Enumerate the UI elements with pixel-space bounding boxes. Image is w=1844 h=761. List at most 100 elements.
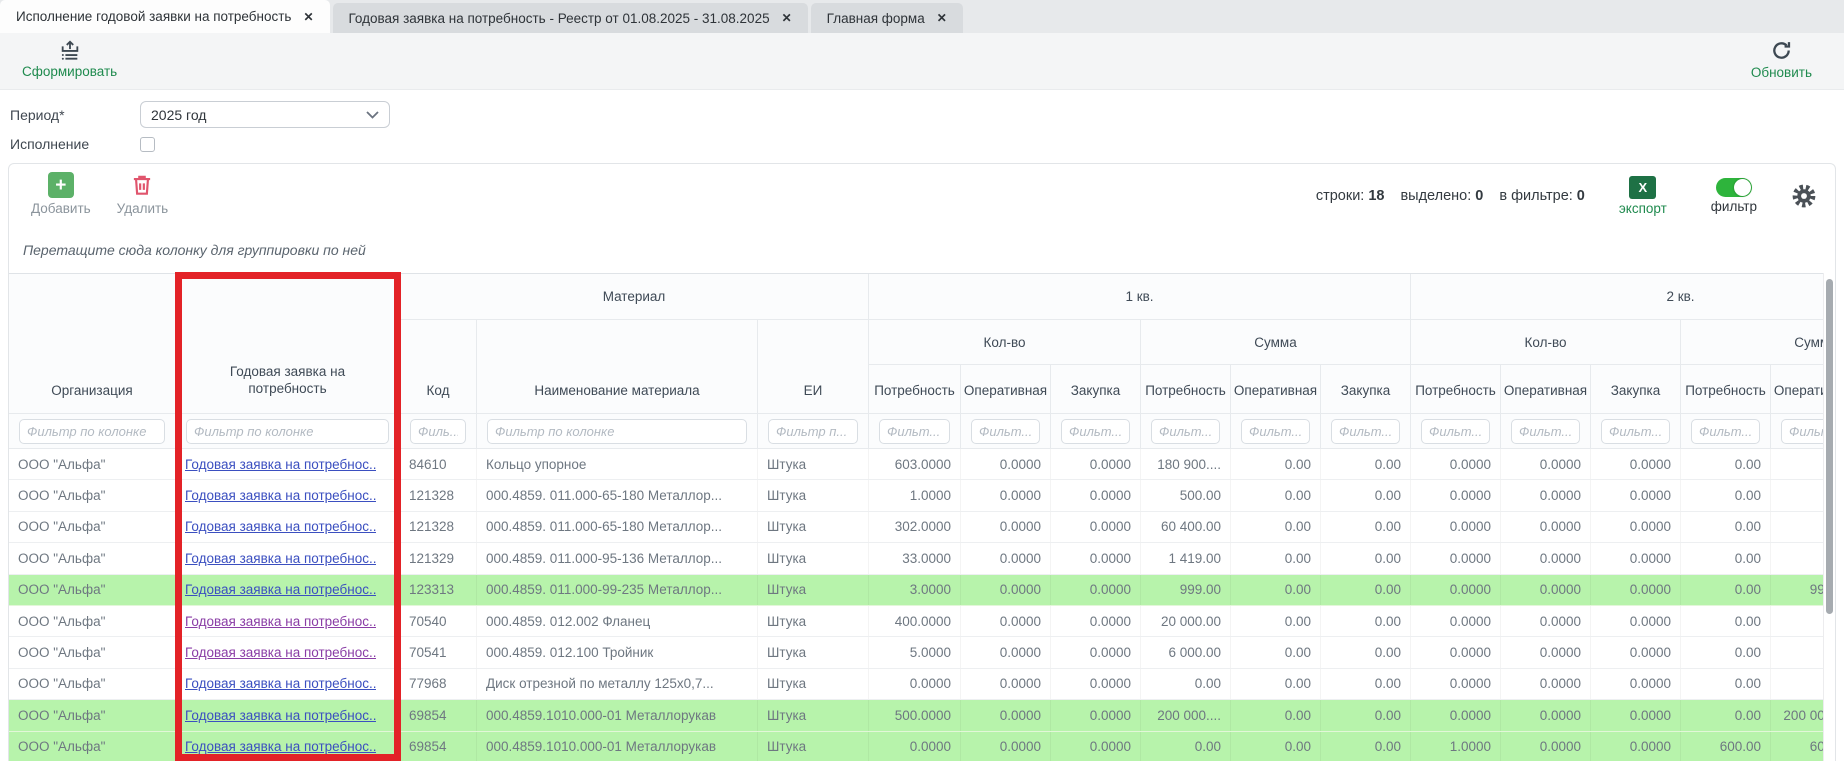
tab-main-form[interactable]: Главная форма ✕ (811, 3, 963, 33)
annual-request-link[interactable]: Годовая заявка на потребнос.. (185, 708, 376, 723)
scrollbar-thumb[interactable] (1826, 279, 1833, 614)
cell-material-name: 000.4859. 011.000-65-180 Металлор... (477, 480, 758, 510)
column-filter-input[interactable] (186, 419, 389, 444)
column-group-q2[interactable]: 2 кв. (1411, 274, 1836, 320)
vertical-scrollbar[interactable] (1823, 273, 1835, 761)
cell-annual-request: Годовая заявка на потребнос.. (176, 512, 400, 542)
cell-material-name: 000.4859. 012.100 Тройник (477, 637, 758, 667)
cell-q2-qty-operational: 0.0000 (1501, 512, 1591, 542)
numeric-column-header[interactable]: Потребность (1411, 365, 1501, 414)
cell-q1-sum-demand: 180 900.... (1141, 449, 1231, 479)
cell-code: 69854 (400, 732, 477, 761)
tab-annual-request-registry[interactable]: Годовая заявка на потребность - Реестр о… (333, 3, 808, 33)
cell-q2-sum-demand: 0.00 (1681, 637, 1771, 667)
gear-icon[interactable] (1791, 183, 1817, 209)
annual-request-link[interactable]: Годовая заявка на потребнос.. (185, 739, 376, 754)
cell-q1-sum-operational: 0.00 (1231, 700, 1321, 730)
close-tab-icon[interactable]: ✕ (303, 10, 313, 24)
numeric-column-header[interactable]: Закупка (1321, 365, 1411, 414)
cell-material-name: 000.4859.1010.000-01 Металлорукав (477, 700, 758, 730)
column-filter-input[interactable] (879, 419, 950, 444)
close-tab-icon[interactable]: ✕ (937, 11, 947, 25)
column-filter-input[interactable] (1601, 419, 1670, 444)
cell-q2-qty-operational: 0.0000 (1501, 480, 1591, 510)
annual-request-link[interactable]: Годовая заявка на потребнос.. (185, 551, 376, 566)
column-filter-input[interactable] (1691, 419, 1760, 444)
column-group-q1[interactable]: 1 кв. (869, 274, 1411, 320)
cell-q2-qty-demand: 0.0000 (1411, 512, 1501, 542)
generate-button[interactable]: Сформировать (22, 39, 117, 79)
numeric-column-header[interactable]: Оперативная (1501, 365, 1591, 414)
numeric-column-header[interactable]: Потребность (1681, 365, 1771, 414)
column-filter-input[interactable] (1331, 419, 1400, 444)
cell-q1-qty-operational: 0.0000 (961, 606, 1051, 636)
column-group-material[interactable]: Материал (400, 274, 869, 320)
tab-execution-annual-request[interactable]: Исполнение годовой заявки на потребность… (0, 0, 330, 33)
refresh-button[interactable]: Обновить (1751, 39, 1812, 80)
column-group-q1-qty[interactable]: Кол-во (869, 320, 1141, 365)
cell-q2-qty-operational: 0.0000 (1501, 669, 1591, 699)
filter-toggle[interactable] (1716, 178, 1752, 197)
annual-request-link[interactable]: Годовая заявка на потребнос.. (185, 676, 376, 691)
annual-request-link[interactable]: Годовая заявка на потребнос.. (185, 488, 376, 503)
annual-request-link[interactable]: Годовая заявка на потребнос.. (185, 519, 376, 534)
cell-q1-qty-purchase: 0.0000 (1051, 512, 1141, 542)
column-header-annual-request[interactable]: Годовая заявка на потребность (176, 274, 400, 414)
cell-code: 69854 (400, 700, 477, 730)
column-header-material-name[interactable]: Наименование материала (477, 320, 758, 414)
delete-button[interactable]: Удалить (117, 172, 169, 216)
numeric-column-header[interactable]: Закупка (1591, 365, 1681, 414)
filter-toggle-control[interactable]: фильтр (1711, 178, 1757, 214)
table-row[interactable]: ООО "Альфа" Годовая заявка на потребнос.… (9, 700, 1836, 731)
table-row[interactable]: ООО "Альфа" Годовая заявка на потребнос.… (9, 543, 1836, 574)
table-row[interactable]: ООО "Альфа" Годовая заявка на потребнос.… (9, 732, 1836, 761)
cell-unit: Штука (758, 543, 869, 573)
column-filter-input[interactable] (1151, 419, 1220, 444)
cell-q2-qty-purchase: 0.0000 (1591, 700, 1681, 730)
column-filter-input[interactable] (1511, 419, 1580, 444)
close-tab-icon[interactable]: ✕ (782, 11, 792, 25)
cell-q2-sum-demand: 600.00 (1681, 732, 1771, 761)
column-header-code[interactable]: Код (400, 320, 477, 414)
table-row[interactable]: ООО "Альфа" Годовая заявка на потребнос.… (9, 575, 1836, 606)
column-filter-input[interactable] (1241, 419, 1310, 444)
table-row[interactable]: ООО "Альфа" Годовая заявка на потребнос.… (9, 480, 1836, 511)
table-row[interactable]: ООО "Альфа" Годовая заявка на потребнос.… (9, 512, 1836, 543)
column-group-q1-sum[interactable]: Сумма (1141, 320, 1411, 365)
table-row[interactable]: ООО "Альфа" Годовая заявка на потребнос.… (9, 669, 1836, 700)
numeric-column-header[interactable]: Потребность (1141, 365, 1231, 414)
column-filter-input[interactable] (1061, 419, 1130, 444)
numeric-column-header[interactable]: Закупка (1051, 365, 1141, 414)
cell-q1-sum-demand: 1 419.00 (1141, 543, 1231, 573)
period-select[interactable]: 2025 год (140, 101, 390, 128)
column-filter-input[interactable] (971, 419, 1040, 444)
column-filter-input[interactable] (768, 419, 858, 444)
grid-toolbar: + Добавить Удалить строки:18 выделено:0 … (9, 164, 1835, 228)
column-group-q2-sum[interactable]: Сумма (1681, 320, 1836, 365)
annual-request-link[interactable]: Годовая заявка на потребнос.. (185, 645, 376, 660)
column-header-unit[interactable]: ЕИ (758, 320, 869, 414)
annual-request-link[interactable]: Годовая заявка на потребнос.. (185, 457, 376, 472)
cell-q1-qty-demand: 500.0000 (869, 700, 961, 730)
annual-request-link[interactable]: Годовая заявка на потребнос.. (185, 614, 376, 629)
export-excel-button[interactable]: X экспорт (1619, 176, 1667, 216)
numeric-column-header[interactable]: Оперативная (961, 365, 1051, 414)
table-row[interactable]: ООО "Альфа" Годовая заявка на потребнос.… (9, 637, 1836, 668)
table-row[interactable]: ООО "Альфа" Годовая заявка на потребнос.… (9, 606, 1836, 637)
table-row[interactable]: ООО "Альфа" Годовая заявка на потребнос.… (9, 449, 1836, 480)
numeric-column-header[interactable]: Потребность (869, 365, 961, 414)
add-button[interactable]: + Добавить (31, 172, 91, 216)
cell-q2-qty-purchase: 0.0000 (1591, 480, 1681, 510)
column-group-q2-qty[interactable]: Кол-во (1411, 320, 1681, 365)
execution-checkbox[interactable] (140, 137, 155, 152)
annual-request-link[interactable]: Годовая заявка на потребнос.. (185, 582, 376, 597)
column-header-organization[interactable]: Организация (9, 274, 176, 414)
column-filter-input[interactable] (487, 419, 747, 444)
cell-q1-qty-demand: 603.0000 (869, 449, 961, 479)
column-filter-input[interactable] (1421, 419, 1490, 444)
period-value: 2025 год (151, 107, 206, 123)
cell-annual-request: Годовая заявка на потребнос.. (176, 449, 400, 479)
numeric-column-header[interactable]: Оперативная (1231, 365, 1321, 414)
column-filter-input[interactable] (19, 419, 165, 444)
column-filter-input[interactable] (410, 419, 466, 444)
